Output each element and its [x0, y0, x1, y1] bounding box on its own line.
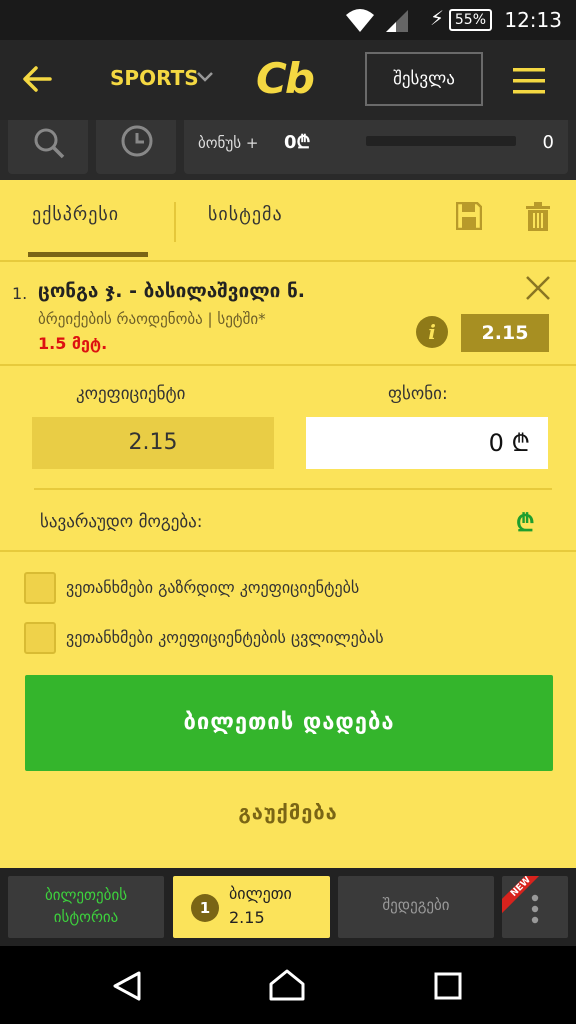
- bet-number: 1.: [12, 284, 28, 303]
- lari-currency-icon: ₾: [516, 509, 535, 537]
- back-arrow-icon[interactable]: [22, 64, 52, 94]
- active-tab-indicator: [28, 252, 148, 257]
- brand-logo[interactable]: Cb: [256, 54, 315, 103]
- tab-bet-slip[interactable]: 1 ბილეთი 2.15: [173, 876, 330, 938]
- clock: 12:13: [504, 8, 562, 32]
- tab-system[interactable]: სისტემა: [208, 204, 283, 225]
- bet-history-label: ბილეთების ისტორია: [44, 886, 128, 926]
- possible-win-label: სავარაუდო მოგება:: [40, 512, 203, 532]
- history-clock-button[interactable]: [96, 120, 176, 174]
- bonus-tile[interactable]: ბონუს + 0₾ 0: [184, 120, 568, 174]
- hamburger-menu-icon[interactable]: [513, 68, 545, 94]
- accept-higher-odds-checkbox[interactable]: [24, 572, 56, 604]
- bonus-progress-bar: [366, 136, 516, 146]
- info-icon[interactable]: i: [416, 316, 448, 348]
- market-name: ბრეიქების რაოდენობა | სეტში*: [38, 310, 266, 328]
- nav-home-icon[interactable]: [268, 968, 306, 1002]
- bet-slip-panel: ექსპრესი სისტემა 1. ცონგა ჯ. - ბასილაშვი…: [0, 180, 576, 868]
- search-button[interactable]: [8, 120, 88, 174]
- accept-odds-changes-label[interactable]: ვეთანხმები კოეფიციენტების ცვლილებას: [66, 628, 384, 647]
- event-title: ცონგა ჯ. - ბასილაშვილი ნ.: [38, 280, 305, 302]
- place-bet-button[interactable]: ბილეთის დადება: [25, 675, 553, 771]
- ticket-odds: 2.15: [229, 908, 265, 927]
- more-options-button[interactable]: NEW: [502, 876, 568, 938]
- selection-odds: 2.15: [461, 314, 549, 352]
- bottom-tab-bar: ბილეთების ისტორია 1 ბილეთი 2.15 შედეგები…: [0, 868, 576, 946]
- stake-label: ფსონი:: [388, 384, 448, 404]
- chevron-down-icon[interactable]: [196, 70, 214, 84]
- stake-input[interactable]: 0 ₾: [306, 417, 548, 469]
- app-header: SPORTS Cb შესვლა: [0, 40, 576, 120]
- divider: [0, 550, 576, 552]
- signal-icon: [386, 10, 408, 32]
- nav-back-icon[interactable]: [112, 970, 142, 1002]
- ticket-label: ბილეთი: [229, 884, 292, 903]
- nav-recent-apps-icon[interactable]: [434, 972, 462, 1000]
- tab-bet-history[interactable]: ბილეთების ისტორია: [8, 876, 164, 938]
- tab-divider: [174, 202, 176, 242]
- login-button[interactable]: შესვლა: [365, 52, 483, 106]
- bet-selection: 1. ცონგა ჯ. - ბასილაშვილი ნ. ბრეიქების რ…: [0, 260, 576, 366]
- more-vertical-icon: [531, 894, 539, 924]
- ticket-count-badge: 1: [191, 894, 219, 922]
- cancel-button[interactable]: გაუქმება: [0, 800, 576, 824]
- sports-dropdown[interactable]: SPORTS: [110, 66, 199, 90]
- close-icon[interactable]: [524, 274, 552, 302]
- wifi-icon: [346, 9, 374, 32]
- bonus-value: 0₾: [284, 132, 311, 153]
- new-badge: NEW: [502, 876, 550, 916]
- tab-express[interactable]: ექსპრესი: [32, 204, 119, 225]
- system-navigation-bar: [0, 946, 576, 1024]
- battery-level: 55%: [448, 9, 492, 31]
- bonus-count: 0: [542, 132, 554, 153]
- tab-results[interactable]: შედეგები: [338, 876, 494, 938]
- quick-actions-row: ბონუს + 0₾ 0: [0, 120, 576, 180]
- coefficient-value: 2.15: [32, 417, 274, 469]
- bonus-label: ბონუს +: [198, 134, 259, 152]
- results-label: შედეგები: [382, 896, 450, 914]
- save-icon[interactable]: [456, 202, 482, 230]
- clock-icon: [121, 125, 153, 157]
- status-bar: ⚡ 55% 12:13: [0, 0, 576, 40]
- divider: [34, 488, 552, 490]
- search-icon: [34, 128, 65, 159]
- accept-odds-changes-checkbox[interactable]: [24, 622, 56, 654]
- coefficient-label: კოეფიციენტი: [76, 384, 186, 404]
- selection-outcome: 1.5 მეტ.: [38, 334, 108, 353]
- charging-icon: ⚡: [429, 6, 444, 30]
- trash-icon[interactable]: [526, 202, 550, 232]
- accept-higher-odds-label[interactable]: ვეთანხმები გაზრდილ კოეფიციენტებს: [66, 578, 359, 597]
